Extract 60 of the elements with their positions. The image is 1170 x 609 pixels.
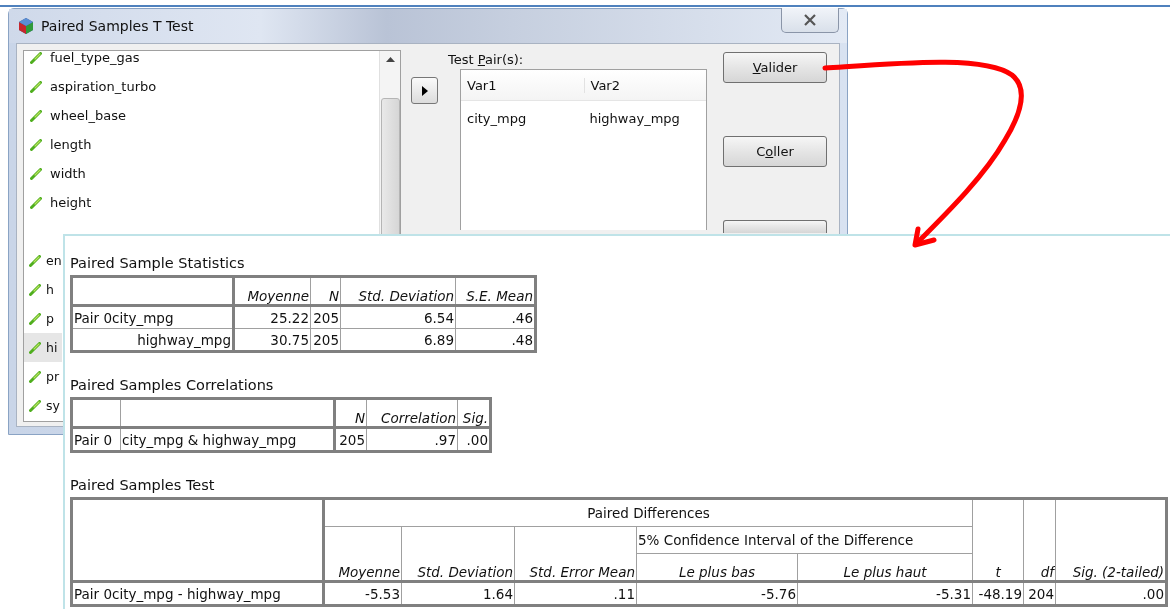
table-title: Paired Samples Correlations: [70, 377, 275, 395]
column-header: Var2: [583, 77, 706, 93]
column-header: Correlation: [366, 398, 458, 428]
triangle-icon: [421, 85, 428, 96]
table-cell-text: highway_mpg: [588, 110, 681, 126]
scale-icon: [30, 80, 42, 93]
variable-item[interactable]: p: [24, 304, 62, 333]
variable-item[interactable]: h: [24, 275, 62, 304]
scroll-up-icon[interactable]: [385, 57, 395, 62]
dialog-button[interactable]: Valider: [723, 52, 827, 83]
table-cell-text: city_mpg: [466, 110, 528, 126]
scale-icon: [30, 51, 42, 64]
dialog-button[interactable]: [723, 220, 827, 233]
scale-icon: [30, 167, 42, 180]
variable-item[interactable]: width: [24, 159, 379, 188]
window-title: Paired Samples T Test: [41, 18, 194, 34]
close-button[interactable]: [781, 8, 839, 33]
column-header: Paired Differences: [323, 498, 973, 527]
column-header: Std. Deviation: [401, 526, 515, 582]
column-header: Var1: [466, 77, 498, 93]
variable-item[interactable]: height: [24, 188, 379, 217]
variable-item[interactable]: length: [24, 130, 379, 159]
scale-icon: [29, 370, 41, 383]
pair-label: Pair 0: [74, 309, 112, 326]
column-header: Std. Error Mean: [514, 526, 637, 582]
variable-item[interactable]: hi: [24, 333, 62, 362]
variable-label: city_mpg - highway_mpg: [112, 585, 281, 602]
column-header: t: [972, 498, 1024, 582]
column-header: N: [334, 398, 367, 428]
variable-item[interactable]: wheel_base: [24, 101, 379, 130]
variable-label: city_mpg: [112, 309, 174, 326]
variable-item[interactable]: fuel_type_gas: [24, 51, 379, 72]
table-cell: 6.54: [340, 305, 456, 329]
table-cell: city_mpg & highway_mpg: [120, 427, 335, 452]
scale-icon: [29, 283, 41, 296]
cube-icon: [17, 17, 35, 35]
test-pairs-label: Test Pair(s):: [448, 52, 525, 67]
column-header: N: [310, 276, 341, 306]
variable-item[interactable]: sy: [24, 391, 62, 420]
table-title: Paired Samples Test: [70, 477, 216, 495]
scale-icon: [29, 312, 41, 325]
column-header: Std. Deviation: [340, 276, 456, 306]
pair-label: Pair 0: [74, 585, 112, 602]
variable-item[interactable]: en: [24, 246, 62, 275]
dialog-button[interactable]: Coller: [723, 136, 827, 167]
variable-label: highway_mpg: [137, 331, 231, 348]
test-pairs-table[interactable]: Var1 Var2 city_mpg highway_mpg: [460, 69, 707, 230]
scale-icon: [30, 109, 42, 122]
variable-item[interactable]: aspiration_turbo: [24, 72, 379, 101]
table-cell: 25.22: [233, 305, 311, 329]
move-button[interactable]: [411, 77, 438, 104]
scale-icon: [29, 399, 41, 412]
scale-icon: [29, 341, 41, 354]
variable-item[interactable]: pr: [24, 362, 62, 391]
table-title: Paired Sample Statistics: [70, 255, 246, 273]
table-cell: 205: [310, 305, 341, 329]
scale-icon: [30, 138, 42, 151]
close-icon: [803, 14, 817, 26]
scale-icon: [30, 196, 42, 209]
scale-icon: [29, 254, 41, 267]
